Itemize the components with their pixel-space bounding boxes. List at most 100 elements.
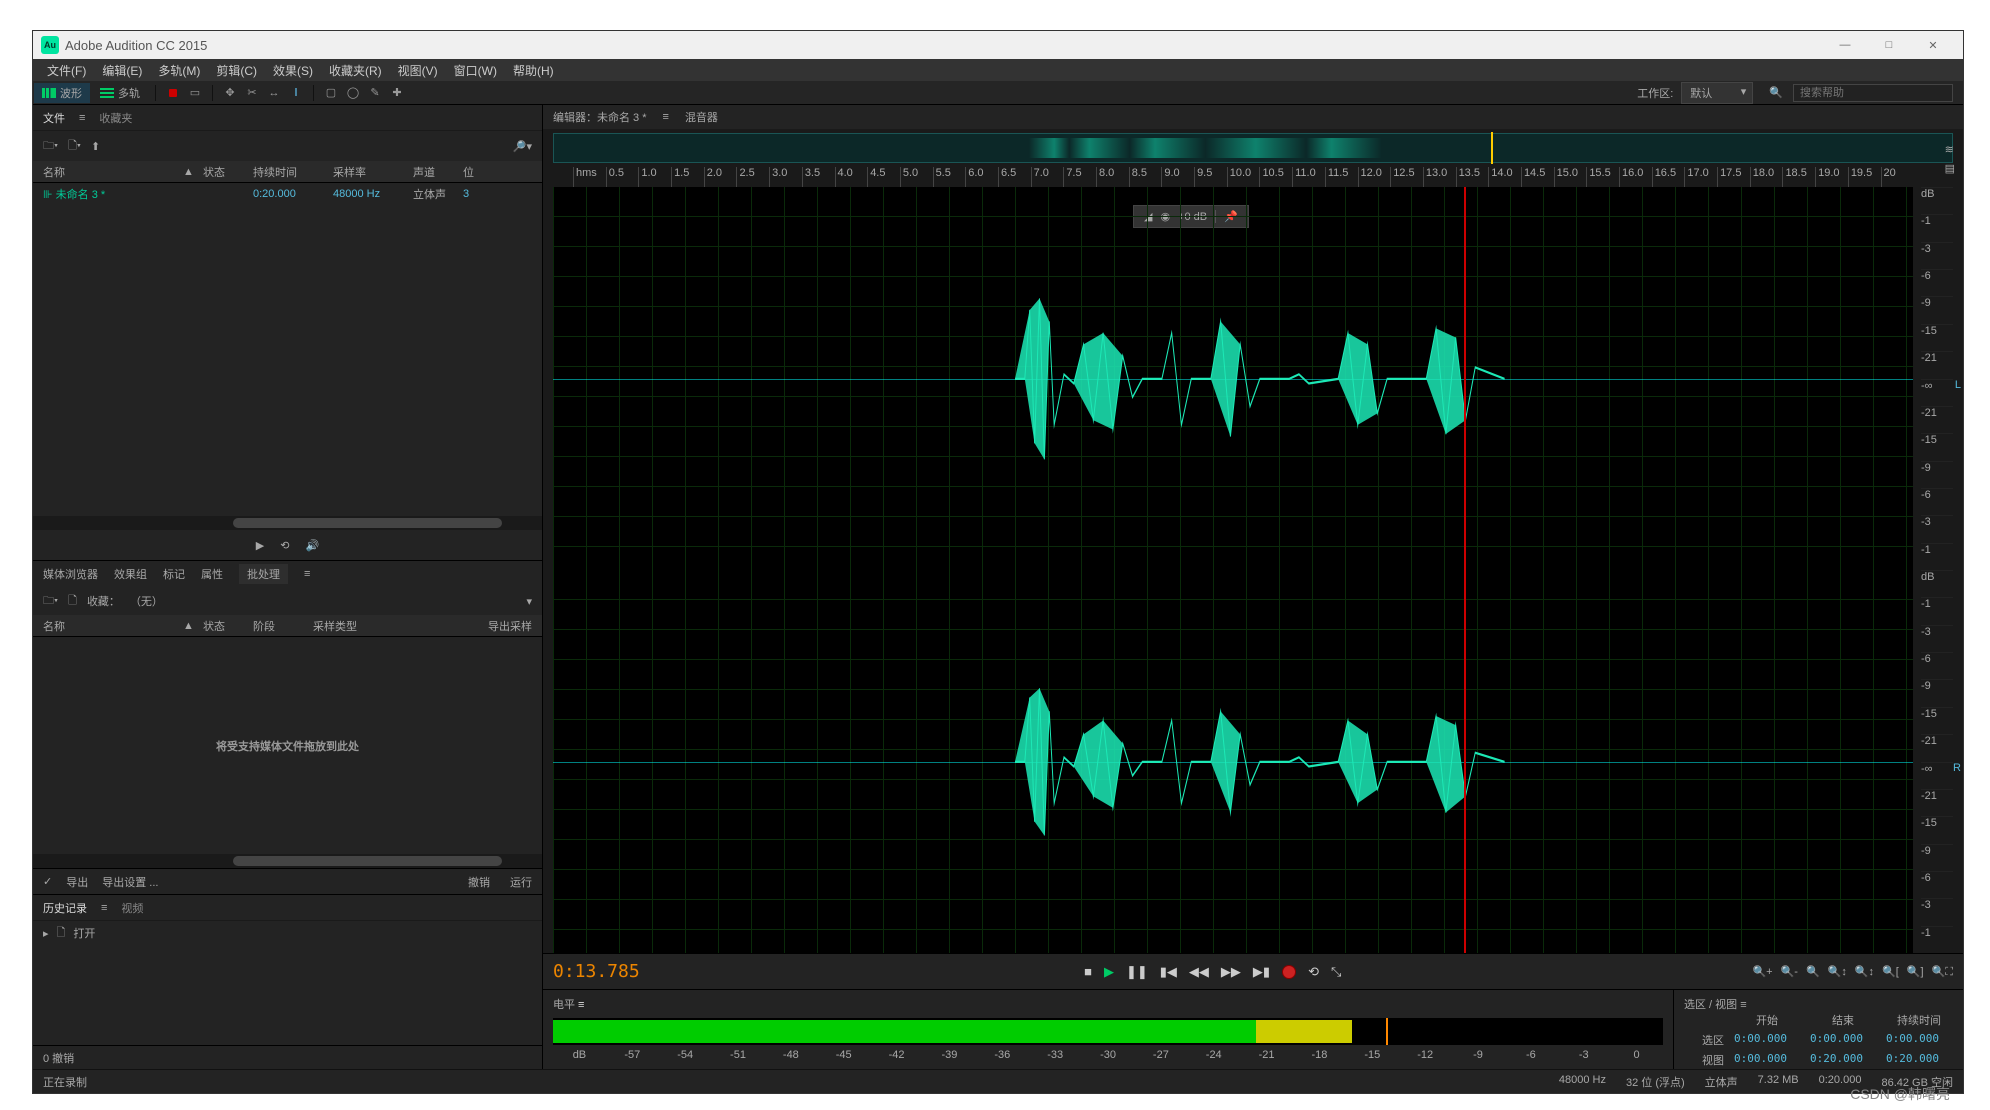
col-duration[interactable]: 持续时间 <box>253 164 333 180</box>
minimize-button[interactable]: — <box>1823 31 1867 59</box>
heal-tool-icon[interactable]: ✚ <box>388 84 406 102</box>
zoom-sel-out-icon[interactable]: 🔍] <box>1907 965 1924 979</box>
tab-batch[interactable]: 批处理 <box>239 564 288 584</box>
view-start[interactable]: 0:00.000 <box>1734 1052 1800 1068</box>
zoom-in-amp-icon[interactable]: 🔍↕ <box>1828 965 1847 979</box>
loop-button[interactable]: ⟲ <box>1308 964 1319 980</box>
view-dur[interactable]: 0:20.000 <box>1886 1052 1952 1068</box>
freq-display-icon[interactable]: ≋ <box>1945 143 1955 156</box>
col-bits[interactable]: 位 <box>463 164 474 180</box>
history-item[interactable]: ▸🗋 打开 <box>33 921 542 945</box>
menu-multitrack[interactable]: 多轨(M) <box>150 62 208 79</box>
batch-open-icon[interactable]: 🗀▾ <box>43 592 58 611</box>
record-button[interactable] <box>1282 965 1296 979</box>
sel-start[interactable]: 0:00.000 <box>1734 1032 1800 1048</box>
workspace-dropdown[interactable]: 默认 <box>1681 82 1753 104</box>
tab-mixer[interactable]: 混音器 <box>685 109 718 125</box>
menu-view[interactable]: 视图(V) <box>390 62 446 79</box>
open-file-icon[interactable]: 🗀▾ <box>43 137 58 156</box>
batch-scrollbar[interactable] <box>33 854 542 868</box>
forward-button[interactable]: ▶▶ <box>1221 964 1241 980</box>
time-select-tool-icon[interactable]: Ⅰ <box>287 84 305 102</box>
preview-autoplay-icon[interactable]: 🔊 <box>305 539 319 552</box>
sort-icon[interactable]: ▲ <box>183 166 203 178</box>
go-start-button[interactable]: ▮◀ <box>1160 964 1177 980</box>
zoom-out-time-icon[interactable]: 🔍- <box>1781 965 1798 979</box>
go-end-button[interactable]: ▶▮ <box>1253 964 1270 980</box>
razor-tool-icon[interactable]: ✂ <box>243 84 261 102</box>
menu-effects[interactable]: 效果(S) <box>265 62 321 79</box>
menu-edit[interactable]: 编辑(E) <box>94 62 150 79</box>
level-meter[interactable] <box>553 1018 1663 1045</box>
selview-title[interactable]: 选区 / 视图 <box>1684 999 1737 1011</box>
batch-new-icon[interactable]: 🗋 <box>68 592 77 611</box>
slip-tool-icon[interactable]: ↔ <box>265 84 283 102</box>
menu-window[interactable]: 窗口(W) <box>446 62 505 79</box>
bcol-stage[interactable]: 阶段 <box>253 618 313 634</box>
rewind-button[interactable]: ◀◀ <box>1189 964 1209 980</box>
skip-selection-button[interactable]: ⤡ <box>1331 964 1341 980</box>
batch-run-button[interactable]: 运行 <box>510 874 532 890</box>
waveform-display[interactable]: ◢ ◉ +0 dB 📌 dB-1-3-6-9-15-21-∞-21-15-9-6… <box>553 187 1913 953</box>
pause-button[interactable]: ❚❚ <box>1126 964 1148 980</box>
bcol-status[interactable]: 状态 <box>203 618 253 634</box>
spectral-pitch-icon[interactable]: ▭ <box>186 84 204 102</box>
pitch-display-icon[interactable]: ▤ <box>1945 162 1955 175</box>
export-checkbox[interactable]: ✓ <box>43 875 52 888</box>
menu-file[interactable]: 文件(F) <box>39 62 94 79</box>
bcol-export[interactable]: 导出采样 <box>488 618 532 634</box>
tab-favorites[interactable]: 收藏夹 <box>99 110 132 126</box>
search-input[interactable] <box>1793 84 1953 102</box>
zoom-out-amp-icon[interactable]: 🔍↕ <box>1855 965 1874 979</box>
waveform-view-button[interactable]: 波形 <box>34 83 90 103</box>
move-tool-icon[interactable]: ✥ <box>221 84 239 102</box>
zoom-sel-in-icon[interactable]: 🔍[ <box>1882 965 1899 979</box>
lasso-tool-icon[interactable]: ◯ <box>344 84 362 102</box>
new-file-icon[interactable]: 🗋▾ <box>68 137 81 156</box>
zoom-reset-icon[interactable]: 🔍 <box>1806 965 1820 979</box>
tab-history[interactable]: 历史记录 <box>43 900 87 916</box>
bcol-name[interactable]: 名称 <box>43 618 183 634</box>
tab-video[interactable]: 视频 <box>121 900 143 916</box>
batch-undo-button[interactable]: 撤销 <box>468 874 490 890</box>
col-channels[interactable]: 声道 <box>413 164 463 180</box>
col-rate[interactable]: 采样率 <box>333 164 413 180</box>
menu-clip[interactable]: 剪辑(C) <box>208 62 265 79</box>
playhead[interactable] <box>1464 187 1466 953</box>
multitrack-view-button[interactable]: 多轨 <box>92 83 148 103</box>
tab-media-browser[interactable]: 媒体浏览器 <box>43 566 98 582</box>
close-button[interactable]: ✕ <box>1911 31 1955 59</box>
tab-files[interactable]: 文件 <box>43 110 65 126</box>
menu-help[interactable]: 帮助(H) <box>505 62 562 79</box>
tab-markers[interactable]: 标记 <box>163 566 185 582</box>
batch-drop-zone[interactable]: 将受支持媒体文件拖放到此处 <box>33 637 542 854</box>
level-label[interactable]: 电平 <box>553 999 575 1011</box>
file-row[interactable]: ⊪ 未命名 3 * 0:20.000 48000 Hz 立体声 3 <box>33 183 542 205</box>
col-name[interactable]: 名称 <box>43 164 183 180</box>
bcol-type[interactable]: 采样类型 <box>313 618 393 634</box>
batch-fav-value[interactable]: （无） <box>130 593 163 609</box>
play-button[interactable]: ▶ <box>1104 964 1114 980</box>
export-settings-link[interactable]: 导出设置 ... <box>102 874 158 890</box>
overview-bar[interactable] <box>553 133 1953 163</box>
zoom-full-icon[interactable]: 🔍⛶ <box>1932 965 1953 979</box>
sel-dur[interactable]: 0:00.000 <box>1886 1032 1952 1048</box>
spectral-freq-icon[interactable] <box>164 84 182 102</box>
time-display[interactable]: 0:13.785 <box>553 961 673 982</box>
files-scrollbar[interactable] <box>33 516 542 530</box>
batch-dropdown-icon[interactable]: ▾ <box>526 595 532 608</box>
preview-play-icon[interactable]: ▶ <box>256 539 264 552</box>
import-icon[interactable]: ⬆ <box>91 140 100 153</box>
tab-editor[interactable]: 编辑器：未命名 3 * <box>553 109 647 125</box>
tab-properties[interactable]: 属性 <box>201 566 223 582</box>
time-ruler[interactable]: hms0.51.01.52.02.53.03.54.04.55.05.56.06… <box>553 167 1913 187</box>
col-status[interactable]: 状态 <box>203 164 253 180</box>
view-end[interactable]: 0:20.000 <box>1810 1052 1876 1068</box>
preview-loop-icon[interactable]: ⟲ <box>280 539 289 552</box>
tab-effects-rack[interactable]: 效果组 <box>114 566 147 582</box>
brush-tool-icon[interactable]: ✎ <box>366 84 384 102</box>
zoom-in-time-icon[interactable]: 🔍+ <box>1752 965 1772 979</box>
filter-icon[interactable]: 🔎▾ <box>513 140 532 153</box>
stop-button[interactable]: ■ <box>1084 964 1092 979</box>
sel-end[interactable]: 0:00.000 <box>1810 1032 1876 1048</box>
